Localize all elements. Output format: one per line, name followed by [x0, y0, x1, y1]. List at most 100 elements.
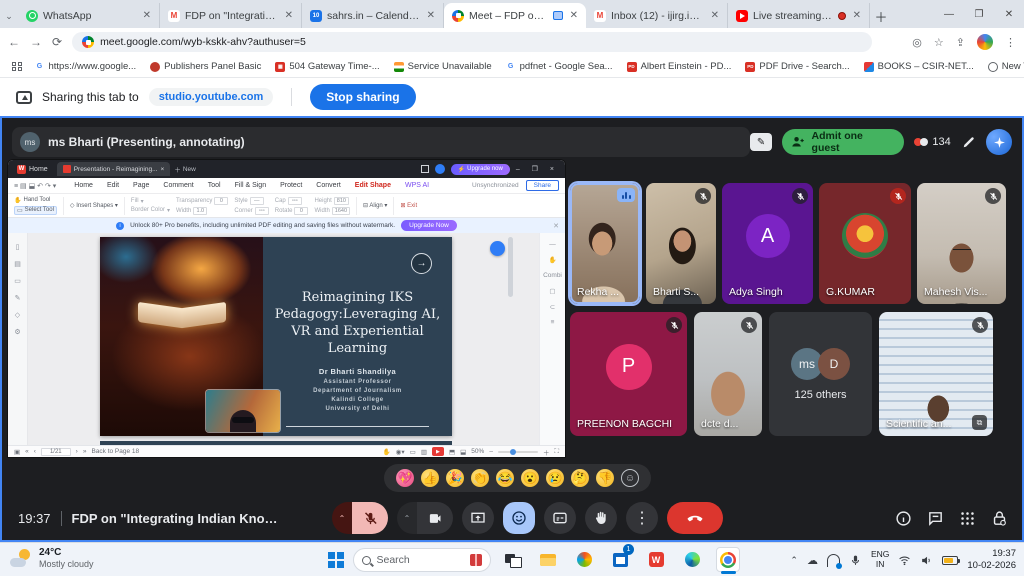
tab-close-icon[interactable]: ✕ [709, 10, 721, 21]
two-page-icon[interactable]: ▥ [421, 448, 427, 456]
tab-close-icon[interactable]: ✕ [425, 10, 437, 21]
tab-meet-active[interactable]: Meet – FDP on "Integr ✕ [444, 3, 586, 28]
fill-button[interactable]: Fill ▾ [131, 198, 170, 205]
zoom-in-icon[interactable]: ＋ [543, 447, 550, 457]
menu-edit[interactable]: Edit [101, 182, 125, 189]
battery-icon[interactable] [942, 556, 958, 565]
raise-hand-button[interactable] [585, 502, 617, 534]
crop-tool-icon[interactable]: ⊂ [550, 303, 555, 311]
doc-tab-close-icon[interactable]: × [161, 166, 165, 173]
wps-office-button[interactable]: W [644, 547, 668, 572]
share-icon[interactable]: ⇪ [956, 36, 965, 49]
settings-panel-icon[interactable]: ⚙ [14, 328, 20, 336]
captions-button[interactable] [544, 502, 576, 534]
tab-close-icon[interactable]: ✕ [851, 10, 863, 21]
participant-count[interactable]: 134 [914, 136, 950, 148]
tile-mahesh[interactable]: Mahesh Vis... [917, 183, 1006, 304]
align-button[interactable]: ⊟ Align ▾ [363, 202, 387, 209]
style-field[interactable]: Style — [234, 197, 268, 205]
menu-edit-shape-active[interactable]: Edit Shape [349, 182, 397, 189]
width-field[interactable]: Width 1640 [314, 207, 350, 215]
stop-sharing-button[interactable]: Stop sharing [310, 84, 415, 110]
back-to-page-link[interactable]: Back to Page 18 [91, 448, 139, 455]
camera-options-chevron-icon[interactable]: ⌃ [397, 502, 417, 534]
new-tab-button[interactable]: ＋ [870, 4, 892, 28]
hand-tool-button[interactable]: ✋ Hand Tool [14, 197, 57, 204]
canvas-scrollbar[interactable] [508, 237, 513, 297]
chrome-button-active[interactable] [716, 547, 740, 572]
camera-button[interactable]: ⌃ [397, 502, 453, 534]
back-icon[interactable]: ← [8, 35, 20, 49]
wps-new-tab-button[interactable]: ＋ New [174, 164, 196, 174]
tab-fdp-mail[interactable]: M FDP on "Integrating Indian ✕ [160, 3, 302, 28]
bookmark-panel-icon[interactable]: ▯ [16, 243, 20, 251]
menu-page[interactable]: Page [127, 182, 155, 189]
tab-close-icon[interactable]: ✕ [568, 10, 580, 21]
menu-protect[interactable]: Protect [274, 182, 308, 189]
stroke-width-field[interactable]: Width 1.0 [176, 207, 228, 215]
combine-label[interactable]: Combi [543, 272, 562, 279]
reaction-thumbs-up[interactable]: 👍 [421, 469, 439, 487]
collapse-icon[interactable]: — [549, 241, 556, 248]
slideshow-play-button[interactable]: ▶ [432, 447, 444, 456]
file-explorer-button[interactable] [536, 547, 560, 572]
wps-home-tab[interactable]: WHome [12, 165, 53, 174]
reaction-sad[interactable]: 😢 [546, 469, 564, 487]
tile-g-kumar[interactable]: G.KUMAR [819, 183, 911, 304]
tray-overflow-chevron-icon[interactable]: ⌃ [790, 555, 798, 566]
edge-button[interactable] [680, 547, 704, 572]
mic-button-muted[interactable]: ⌃ [332, 502, 388, 534]
attachment-panel-icon[interactable]: ◇ [15, 311, 20, 319]
banner-close-icon[interactable]: ✕ [553, 222, 559, 230]
taskbar-clock[interactable]: 19:37 10-02-2026 [967, 548, 1016, 572]
tile-scientific[interactable]: Scientific an... ⧉ [879, 312, 993, 436]
annotate-pen-icon[interactable] [961, 134, 977, 150]
address-url[interactable]: meet.google.com/wyb-kskk-ahv?authuser=5 [100, 36, 306, 48]
prev-page-icon[interactable]: ‹ [34, 448, 36, 455]
page-indicator[interactable]: 1/21 [41, 448, 71, 456]
preview-eye-icon[interactable]: ◎ [912, 36, 922, 49]
tile-others[interactable]: ms D 125 others [769, 312, 872, 436]
view-mode-icon[interactable]: ◉▾ [396, 448, 405, 456]
tab-close-icon[interactable]: ✕ [141, 10, 153, 21]
microphone-tray-icon[interactable] [849, 554, 862, 567]
tile-bharti[interactable]: Bharti S... [646, 183, 716, 304]
wps-account-avatar[interactable] [435, 164, 445, 174]
border-color-button[interactable]: Border Color ▾ [131, 207, 170, 214]
list-tool-icon[interactable]: ≡ [551, 319, 555, 326]
volume-icon[interactable] [920, 554, 933, 567]
bookmark-item[interactable]: BOOKS – CSIR-NET... [859, 61, 979, 72]
tab-calendar[interactable]: 10 sahrs.in – Calendar - Tuesd ✕ [302, 3, 444, 28]
corner-buttons[interactable]: Corner ▫▫▫ [234, 207, 268, 215]
tile-adya-singh[interactable]: A Adya Singh [722, 183, 813, 304]
gemini-button[interactable] [986, 129, 1012, 155]
chat-icon[interactable] [927, 510, 944, 527]
transparency-field[interactable]: Transparency 0 [176, 197, 228, 205]
wps-window-controls[interactable]: – ❐ × [516, 165, 561, 173]
reaction-party[interactable]: 🎉 [446, 469, 464, 487]
first-page-icon[interactable]: « [25, 448, 29, 455]
reload-icon[interactable]: ⟳ [52, 35, 62, 49]
bookmark-star-icon[interactable]: ☆ [934, 36, 944, 49]
host-controls-lock-icon[interactable] [991, 510, 1008, 527]
tab-youtube-live[interactable]: Live streaming - YouTu ✕ [728, 3, 870, 28]
bookmark-item[interactable]: Ghttps://www.google... [30, 61, 142, 72]
height-field[interactable]: Height 810 [314, 197, 350, 205]
bookmark-item[interactable]: Publishers Panel Basic [145, 61, 266, 72]
menu-comment[interactable]: Comment [157, 182, 199, 189]
grab-tool-icon[interactable]: ✋ [548, 256, 556, 264]
sync-status[interactable]: Unsynchronized [472, 182, 519, 189]
tab-close-icon[interactable]: ✕ [283, 10, 295, 21]
tab-search-chevron-icon[interactable]: ⌄ [0, 4, 18, 28]
admit-guest-button[interactable]: Admit one guest [782, 129, 905, 155]
menu-convert[interactable]: Convert [310, 182, 347, 189]
bookmark-item[interactable]: ▦504 Gateway Time-... [270, 61, 384, 72]
more-options-button[interactable]: ⋮ [626, 502, 658, 534]
pdf-canvas[interactable]: → Reimagining IKS Pedagogy:Leveraging AI… [28, 233, 539, 445]
menu-fill-sign[interactable]: Fill & Sign [229, 182, 273, 189]
exit-button[interactable]: ⊠ Exit [400, 202, 417, 209]
single-page-icon[interactable]: ▭ [410, 448, 416, 456]
zoom-level[interactable]: 50% [471, 448, 484, 455]
reading-mode-icon[interactable]: ▣ [14, 448, 20, 456]
end-call-button[interactable] [667, 502, 723, 534]
